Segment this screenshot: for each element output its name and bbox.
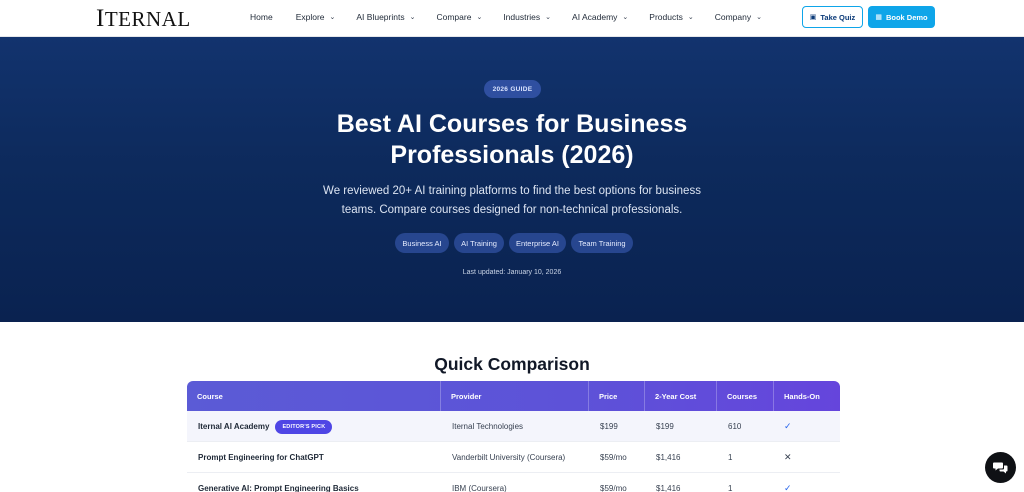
chevron-down-icon: ⌄	[756, 13, 762, 21]
provider-cell: Vanderbilt University (Coursera)	[452, 453, 566, 462]
take-quiz-button[interactable]: ▣ Take Quiz	[802, 6, 863, 28]
topic-tags: Business AI AI Training Enterprise AI Te…	[395, 233, 638, 253]
cross-icon: ✕	[784, 452, 792, 462]
header-provider: Provider	[441, 381, 589, 411]
cost-cell: $1,416	[656, 484, 681, 492]
tag-enterprise-ai[interactable]: Enterprise AI	[509, 233, 566, 253]
price-cell: $199	[600, 422, 618, 431]
chevron-down-icon: ⌄	[409, 13, 416, 21]
course-cell: Prompt Engineering for ChatGPT	[187, 442, 441, 473]
table-row: Generative AI: Prompt Engineering Basics…	[187, 473, 840, 492]
chat-widget-button[interactable]	[985, 452, 1016, 483]
table-row: Iternal AI Academy EDITOR'S PICK Iternal…	[187, 411, 840, 442]
nav-compare[interactable]: Compare ⌄	[436, 12, 482, 22]
course-cell: Generative AI: Prompt Engineering Basics	[187, 473, 441, 492]
nav-company[interactable]: Company ⌄	[715, 12, 762, 22]
check-icon: ✓	[784, 421, 792, 431]
chat-icon	[993, 462, 1008, 474]
chevron-down-icon: ⌄	[622, 13, 629, 21]
courses-cell: 1	[728, 453, 733, 462]
tag-team-training[interactable]: Team Training	[571, 233, 633, 253]
table-row: Prompt Engineering for ChatGPT Vanderbil…	[187, 442, 840, 473]
nav-ai-blueprints[interactable]: AI Blueprints ⌄	[356, 12, 415, 22]
price-cell: $59/mo	[600, 453, 627, 462]
tag-business-ai[interactable]: Business AI	[395, 233, 449, 253]
main-nav: Home Explore ⌄ AI Blueprints ⌄ Compare ⌄ In…	[250, 0, 762, 33]
chevron-down-icon: ⌄	[329, 13, 336, 21]
comparison-title: Quick Comparison	[434, 354, 590, 374]
course-name: Iternal AI Academy	[198, 422, 270, 431]
nav-explore[interactable]: Explore ⌄	[296, 12, 336, 22]
nav-products[interactable]: Products ⌄	[649, 12, 693, 22]
nav-industries[interactable]: Industries ⌄	[503, 12, 551, 22]
hero-subtitle: We reviewed 20+ AI training platforms to…	[323, 185, 701, 216]
last-updated: Last updated: January 10, 2026	[462, 269, 562, 276]
course-name: Generative AI: Prompt Engineering Basics	[198, 484, 359, 492]
course-name: Prompt Engineering for ChatGPT	[198, 453, 324, 462]
provider-cell: Iternal Technologies	[452, 422, 524, 431]
courses-cell: 1	[728, 484, 733, 492]
course-cell: Iternal AI Academy EDITOR'S PICK	[187, 411, 441, 442]
site-header: ITERNAL Home Explore ⌄ AI Blueprints ⌄ Com…	[0, 0, 1024, 37]
cost-cell: $1,416	[656, 453, 681, 462]
quiz-icon: ▣	[809, 14, 817, 21]
guide-badge: 2026 GUIDE	[484, 80, 541, 98]
check-icon: ✓	[784, 483, 792, 492]
price-cell: $59/mo	[600, 484, 627, 492]
calendar-icon: ▦	[875, 14, 882, 21]
nav-home[interactable]: Home	[250, 12, 273, 22]
iternal-logo[interactable]: ITERNAL	[96, 5, 191, 33]
header-courses: Courses	[717, 381, 774, 411]
hero-section: 2026 GUIDE Best AI Courses for Business …	[0, 37, 1024, 322]
table-header: Course Provider Price 2-Year Cost Course…	[187, 381, 840, 411]
book-demo-button[interactable]: ▦ Book Demo	[868, 6, 935, 28]
tag-ai-training[interactable]: AI Training	[454, 233, 504, 253]
header-hands-on: Hands-On	[784, 391, 820, 401]
comparison-table: Course Provider Price 2-Year Cost Course…	[187, 381, 840, 492]
header-2-year-cost: 2-Year Cost	[645, 381, 717, 411]
header-price: Price	[589, 381, 645, 411]
chevron-down-icon: ⌄	[476, 13, 483, 21]
cost-cell: $199	[656, 422, 674, 431]
page-title: Best AI Courses for Business Professiona…	[336, 110, 688, 169]
courses-cell: 610	[728, 422, 742, 431]
chevron-down-icon: ⌄	[545, 13, 552, 21]
header-course: Course	[187, 381, 441, 411]
chevron-down-icon: ⌄	[687, 13, 694, 21]
nav-ai-academy[interactable]: AI Academy ⌄	[572, 12, 628, 22]
editors-pick-badge: EDITOR'S PICK	[275, 419, 333, 434]
provider-cell: IBM (Coursera)	[452, 484, 507, 492]
